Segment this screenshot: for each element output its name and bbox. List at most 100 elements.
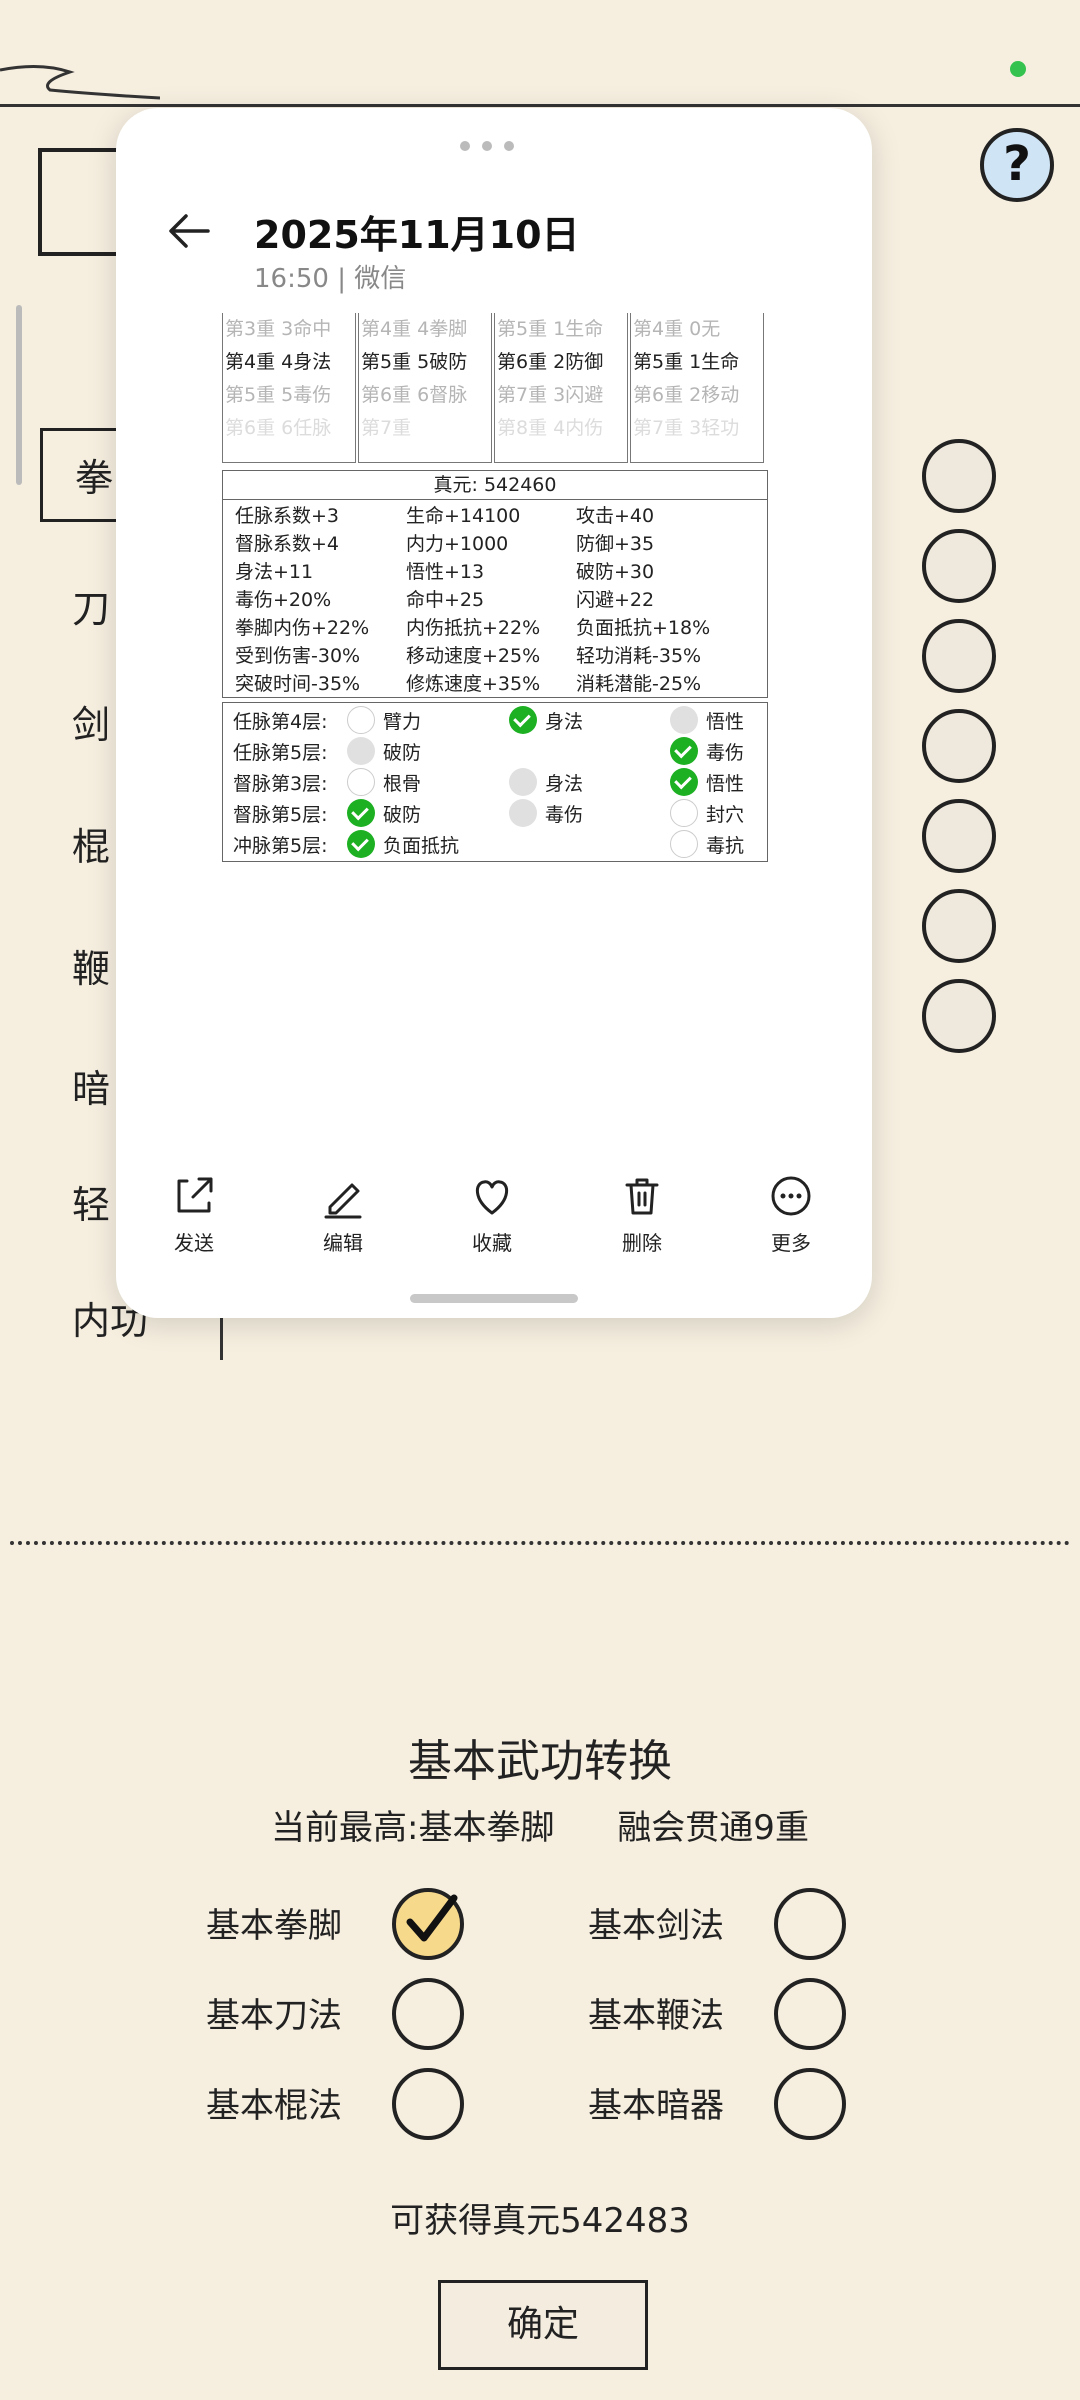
option-radio-sword[interactable] bbox=[774, 1888, 846, 1960]
meridian-option: 根骨 bbox=[383, 773, 422, 795]
meridian-option: 臂力 bbox=[383, 711, 422, 733]
back-arrow-icon[interactable] bbox=[164, 206, 214, 256]
slot-circle[interactable] bbox=[922, 709, 996, 783]
category-tab-sword[interactable]: 剑 bbox=[72, 694, 110, 749]
level-row: 第7重 bbox=[361, 417, 412, 439]
level-row: 第6重 6督脉 bbox=[361, 384, 468, 406]
zhenyuan-total: 真元: 542460 bbox=[223, 471, 767, 500]
meridian-option: 悟性 bbox=[706, 773, 745, 795]
level-row: 第3重 3命中 bbox=[225, 318, 332, 340]
action-more-button[interactable]: 更多 bbox=[741, 1173, 841, 1256]
level-column: 第3重 3命中 第4重 4身法 第5重 5毒伤 第6重 6任脉 bbox=[222, 313, 356, 463]
level-columns: 第3重 3命中 第4重 4身法 第5重 5毒伤 第6重 6任脉 第4重 4拳脚 第5重 5… bbox=[222, 313, 768, 463]
viewer-meta: 16:50 | 微信 bbox=[254, 264, 407, 294]
meridian-option: 负面抵抗 bbox=[383, 835, 460, 857]
option-label: 基本暗器 bbox=[588, 2086, 724, 2126]
level-row: 第7重 3轻功 bbox=[633, 417, 740, 439]
stat-value: 轻功消耗-35% bbox=[576, 645, 702, 667]
help-button[interactable]: ? bbox=[980, 128, 1054, 202]
option-radio-whip[interactable] bbox=[774, 1978, 846, 2050]
screenshot-image[interactable]: 第3重 3命中 第4重 4身法 第5重 5毒伤 第6重 6任脉 第4重 4拳脚 第5重 5… bbox=[222, 313, 768, 961]
meridian-option: 破防 bbox=[383, 742, 422, 764]
drag-dots-icon[interactable] bbox=[460, 136, 530, 151]
slot-circle[interactable] bbox=[922, 619, 996, 693]
category-tab-lightness[interactable]: 轻 bbox=[72, 1174, 110, 1229]
level-row: 第5重 5破防 bbox=[361, 351, 468, 373]
more-icon bbox=[771, 1176, 811, 1216]
stat-value: 命中+25 bbox=[406, 589, 485, 611]
level-column: 第5重 1生命 第6重 2防御 第7重 3闪避 第8重 4内伤 bbox=[494, 313, 628, 463]
meridian-label: 任脉第5层: bbox=[233, 742, 328, 764]
unchecked-icon bbox=[347, 737, 375, 765]
stat-value: 破防+30 bbox=[576, 561, 655, 583]
level-column: 第4重 4拳脚 第5重 5破防 第6重 6督脉 第7重 bbox=[358, 313, 492, 463]
action-trash-button[interactable]: 删除 bbox=[592, 1173, 692, 1256]
category-tab-blade[interactable]: 刀 bbox=[72, 578, 110, 633]
edit-icon bbox=[324, 1183, 362, 1219]
conversion-title: 基本武功转换 bbox=[408, 1736, 672, 1787]
slot-circle[interactable] bbox=[922, 439, 996, 513]
option-radio-staff[interactable] bbox=[392, 2068, 464, 2140]
current-highest: 当前最高:基本拳脚 bbox=[271, 1808, 555, 1848]
home-indicator[interactable] bbox=[410, 1294, 578, 1303]
unchecked-icon bbox=[509, 768, 537, 796]
level-row: 第5重 5毒伤 bbox=[225, 384, 332, 406]
meridian-panel: 任脉第4层: 臂力 身法 悟性 任脉第5层: 破防 毒伤 督脉第3层: 根骨 身法 悟性 督脉第5层:… bbox=[222, 702, 768, 862]
action-heart-button[interactable]: 收藏 bbox=[442, 1173, 542, 1256]
mastery-level: 融会贯通9重 bbox=[617, 1808, 809, 1848]
option-radio-fist[interactable] bbox=[392, 1888, 464, 1960]
option-label: 基本棍法 bbox=[206, 2086, 342, 2126]
share-icon bbox=[177, 1177, 213, 1213]
slot-circle[interactable] bbox=[922, 889, 996, 963]
level-row: 第5重 1生命 bbox=[497, 318, 604, 340]
action-share-button[interactable]: 发送 bbox=[144, 1173, 244, 1256]
unchecked-icon bbox=[670, 706, 698, 734]
unchecked-icon bbox=[509, 799, 537, 827]
top-divider bbox=[0, 104, 1080, 107]
confirm-button[interactable]: 确定 bbox=[438, 2280, 648, 2370]
meridian-label: 冲脉第5层: bbox=[233, 835, 328, 857]
stat-value: 悟性+13 bbox=[406, 561, 485, 583]
meridian-label: 督脉第5层: bbox=[233, 804, 328, 826]
stat-value: 受到伤害-30% bbox=[235, 645, 361, 667]
heart-icon bbox=[476, 1180, 508, 1215]
meridian-option: 封穴 bbox=[706, 804, 745, 826]
option-label: 基本鞭法 bbox=[588, 1996, 724, 2036]
action-label: 更多 bbox=[771, 1231, 811, 1255]
meridian-option: 破防 bbox=[383, 804, 422, 826]
viewer-date: 2025年11月10日 bbox=[254, 213, 580, 257]
meridian-option: 毒抗 bbox=[706, 835, 745, 857]
option-label: 基本刀法 bbox=[206, 1996, 342, 2036]
checked-icon bbox=[347, 799, 375, 827]
option-label: 基本拳脚 bbox=[206, 1906, 342, 1946]
unchecked-icon bbox=[670, 830, 698, 858]
option-radio-blade[interactable] bbox=[392, 1978, 464, 2050]
reward-text: 可获得真元542483 bbox=[390, 2201, 690, 2241]
meridian-option: 悟性 bbox=[706, 711, 745, 733]
level-row: 第6重 2移动 bbox=[633, 384, 740, 406]
slot-circle[interactable] bbox=[922, 979, 996, 1053]
stat-value: 攻击+40 bbox=[576, 505, 655, 527]
category-tab-whip[interactable]: 鞭 bbox=[72, 938, 110, 993]
meridian-option: 毒伤 bbox=[706, 742, 745, 764]
checkmark-icon bbox=[406, 1894, 458, 1942]
level-row: 第8重 4内伤 bbox=[497, 417, 604, 439]
slot-circle[interactable] bbox=[922, 529, 996, 603]
stat-value: 毒伤+20% bbox=[235, 589, 332, 611]
slot-circle[interactable] bbox=[922, 799, 996, 873]
category-tab-hidden-weapon[interactable]: 暗 bbox=[72, 1058, 110, 1113]
category-tab-staff[interactable]: 棍 bbox=[72, 816, 110, 871]
stat-value: 任脉系数+3 bbox=[235, 505, 340, 527]
action-label: 收藏 bbox=[472, 1231, 512, 1255]
stat-value: 生命+14100 bbox=[406, 505, 521, 527]
category-tab-fist[interactable]: 拳 bbox=[40, 428, 120, 522]
scribble-decoration bbox=[0, 64, 160, 100]
action-label: 编辑 bbox=[323, 1231, 363, 1255]
scrollbar[interactable] bbox=[16, 305, 22, 485]
level-row: 第4重 0无 bbox=[633, 318, 721, 340]
stat-value: 消耗潜能-25% bbox=[576, 673, 702, 695]
option-radio-hidden-weapon[interactable] bbox=[774, 2068, 846, 2140]
action-edit-button[interactable]: 编辑 bbox=[293, 1173, 393, 1256]
trash-icon bbox=[625, 1178, 659, 1215]
stat-value: 负面抵抗+18% bbox=[576, 617, 711, 639]
